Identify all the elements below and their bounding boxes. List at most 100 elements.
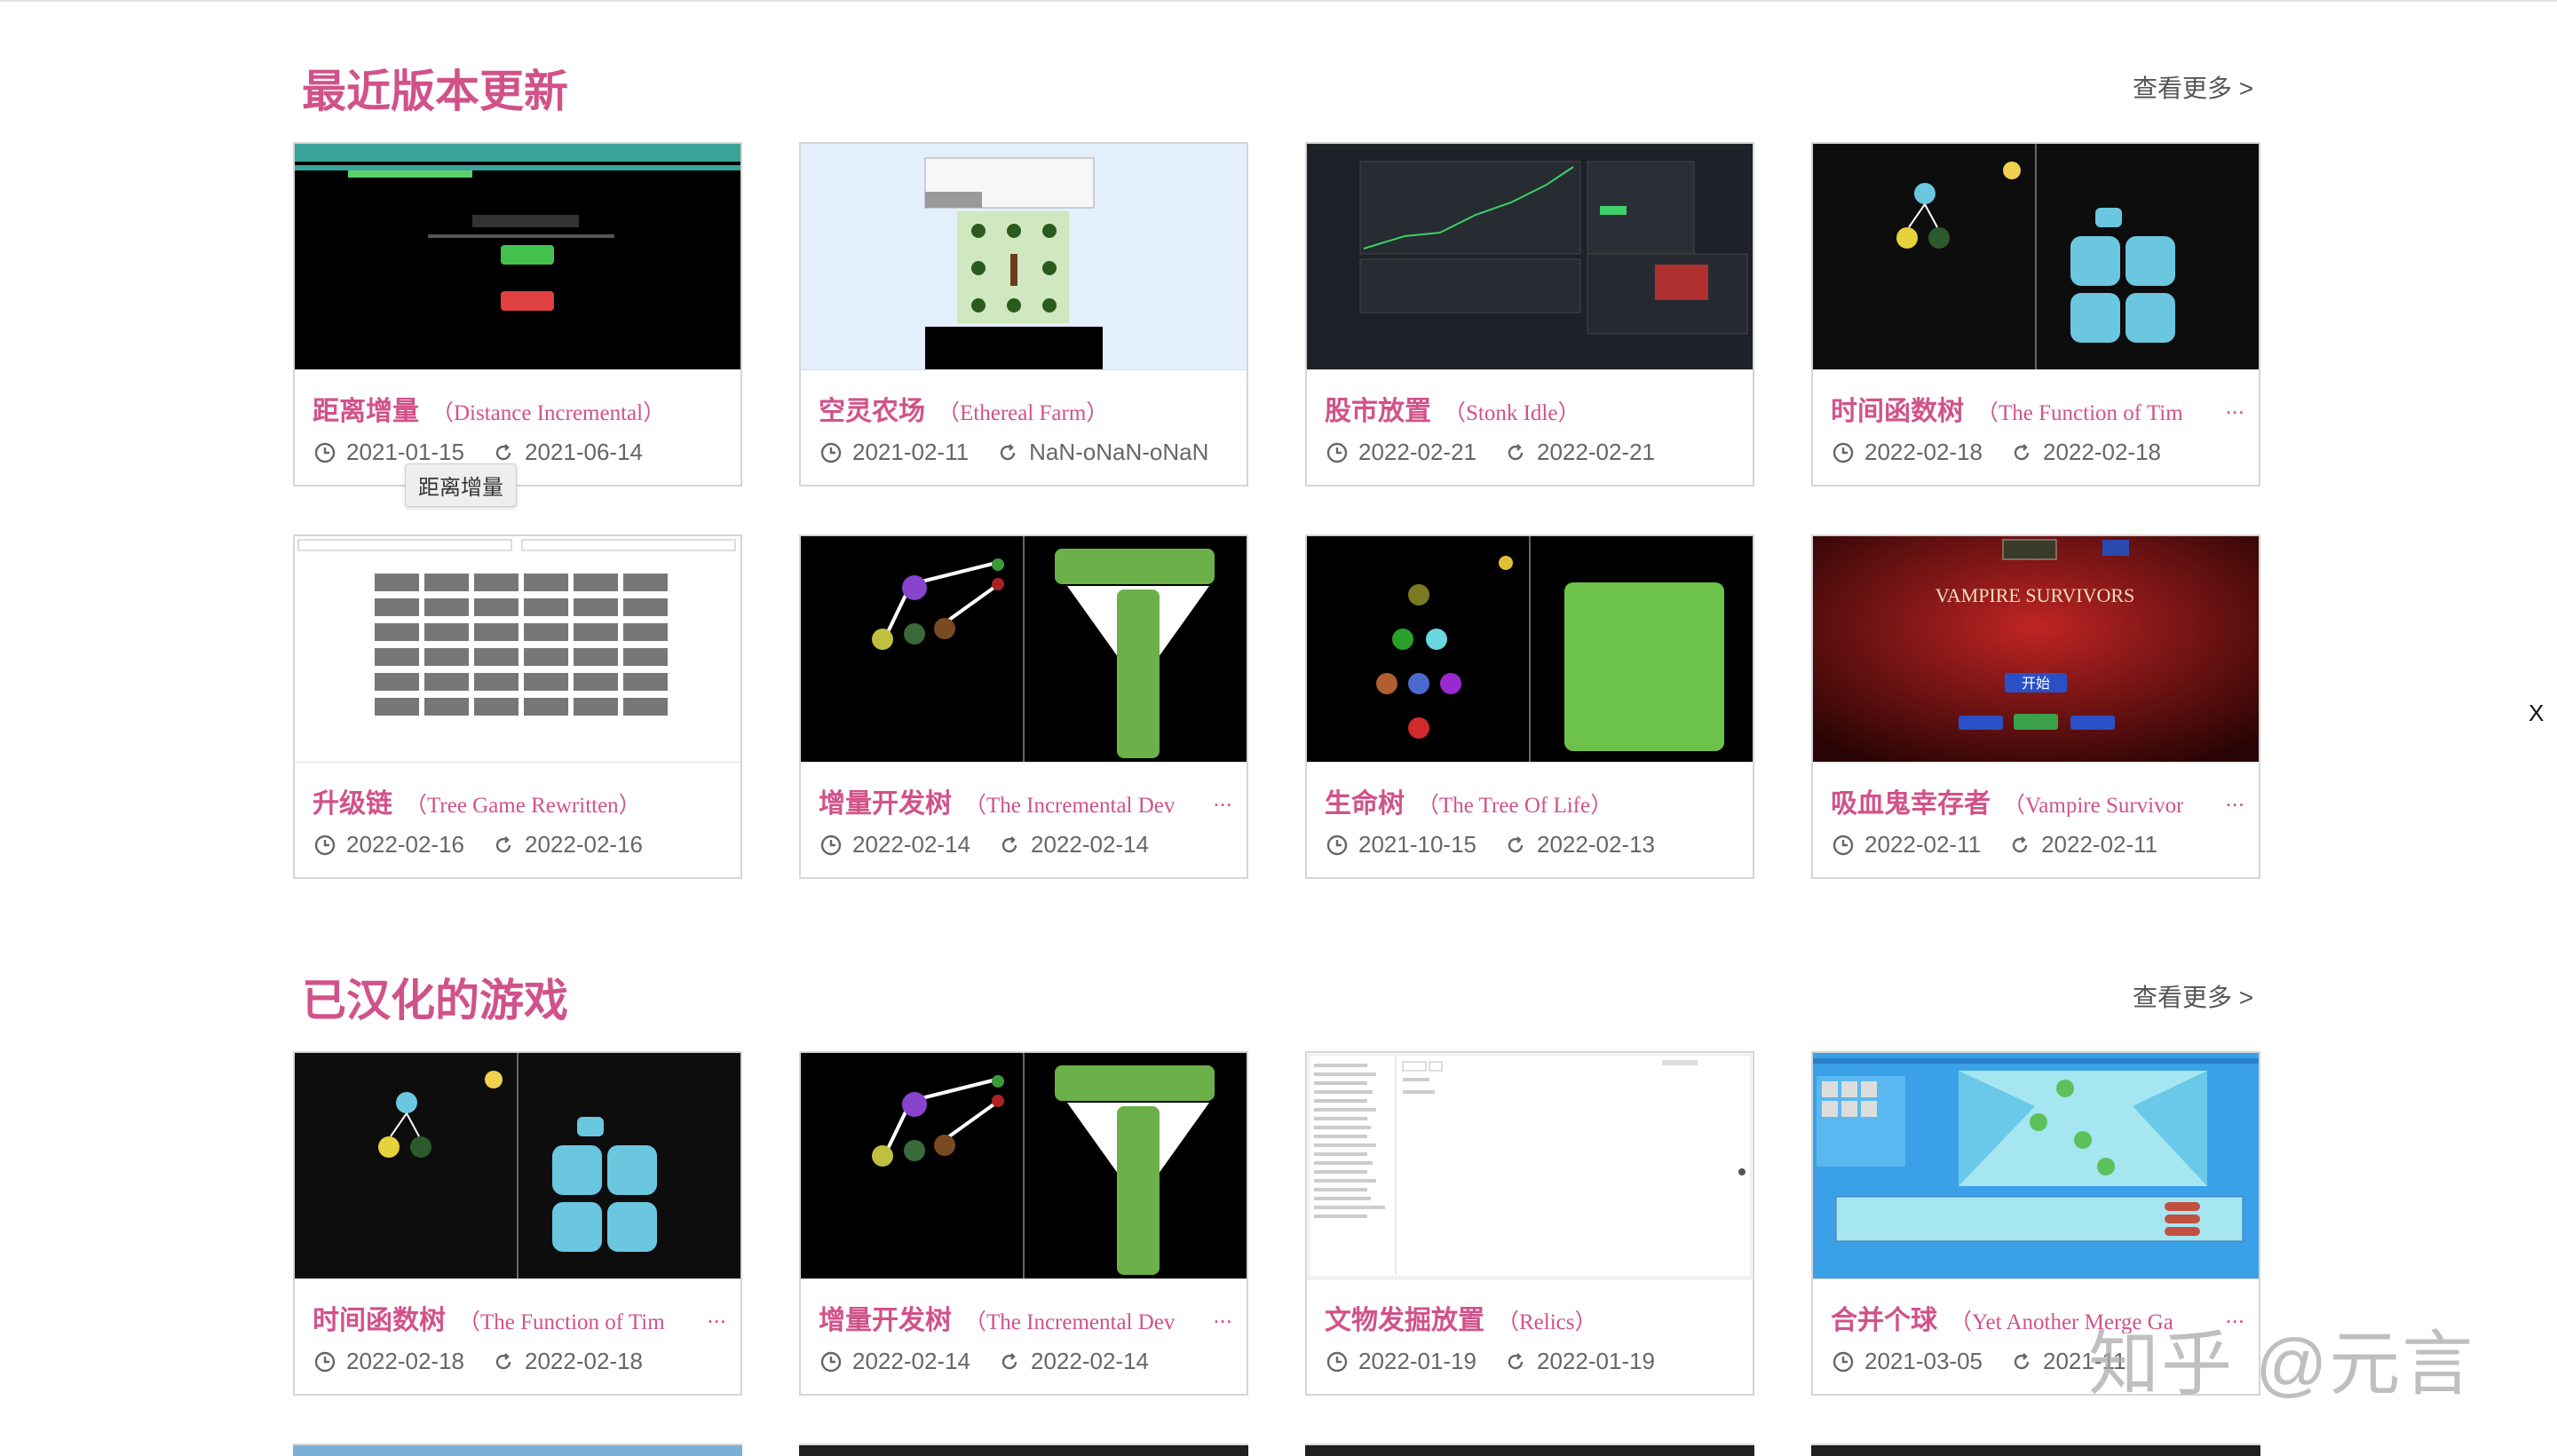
title-tooltip: 距离增量: [405, 463, 517, 507]
clock-icon: [820, 442, 842, 463]
refresh-icon: [495, 1352, 511, 1369]
vampire-title-text: VAMPIRE SURVIVORS: [1936, 584, 2135, 606]
updated-date: 2021-06-14: [525, 439, 643, 465]
game-card[interactable]: 增量开发树 （The Incremental Dev ... 2022-02-1…: [799, 1051, 1248, 1396]
game-card[interactable]: 生命树 （The Tree Of Life） 2021-10-15 2022-0…: [1305, 534, 1754, 879]
created-date: 2021-10-15: [1358, 831, 1476, 858]
section-title-recent-updates: 最近版本更新: [302, 67, 568, 116]
game-title-cn[interactable]: 股市放置: [1325, 389, 1431, 424]
refresh-icon: [2014, 443, 2030, 460]
game-title-en[interactable]: （The Incremental Dev: [964, 787, 1175, 817]
created-date: 2022-02-21: [1358, 439, 1476, 465]
game-card[interactable]: VAMPIRE SURVIVORS 开始 吸血鬼幸存者 （Vampire Sur…: [1811, 534, 2260, 879]
game-thumbnail[interactable]: [1813, 144, 2259, 370]
game-thumbnail[interactable]: [295, 536, 740, 763]
game-card[interactable]: 时间函数树 （The Function of Tim ... 2022-02-1…: [293, 1051, 742, 1396]
game-title-cn[interactable]: 时间函数树: [313, 1298, 446, 1333]
game-title-cn[interactable]: 增量开发树: [819, 781, 952, 817]
game-title-en[interactable]: （The Function of Tim: [1976, 395, 2183, 424]
game-card-peek[interactable]: [799, 1444, 1248, 1456]
game-title-cn[interactable]: 吸血鬼幸存者: [1831, 781, 1991, 817]
game-title-cn[interactable]: 升级链: [313, 781, 392, 817]
title-ellipsis: ...: [1213, 785, 1232, 811]
game-thumbnail[interactable]: [1307, 1053, 1753, 1279]
created-date: 2022-02-14: [852, 831, 970, 858]
refresh-icon: [1001, 1352, 1017, 1369]
game-card-peek[interactable]: [1811, 1444, 2260, 1456]
view-more-link-localized[interactable]: 查看更多 >: [2133, 978, 2253, 1014]
game-title-en[interactable]: （The Function of Tim: [458, 1304, 665, 1333]
game-card[interactable]: 升级链 （Tree Game Rewritten） 2022-02-16 202…: [293, 534, 742, 879]
created-date: 2022-02-16: [346, 831, 464, 858]
refresh-icon: [1508, 443, 1524, 460]
game-title-en[interactable]: （Relics）: [1497, 1304, 1597, 1333]
game-thumbnail[interactable]: [1307, 536, 1753, 763]
game-title-en[interactable]: （Distance Incremental）: [431, 395, 665, 424]
created-date: 2022-02-14: [852, 1348, 970, 1374]
game-thumbnail[interactable]: [1307, 144, 1753, 370]
game-card[interactable]: 文物发掘放置 （Relics） 2022-01-19 2022-01-19: [1305, 1051, 1754, 1396]
game-card[interactable]: 空灵农场 （Ethereal Farm） 2021-02-11 NaN-oNaN…: [799, 142, 1248, 487]
game-thumbnail[interactable]: [801, 144, 1247, 370]
created-date: 2021-02-11: [852, 439, 970, 465]
game-title-en[interactable]: （Ethereal Farm）: [938, 395, 1108, 424]
view-more-link-recent[interactable]: 查看更多 >: [2133, 69, 2253, 105]
game-title-cn[interactable]: 距离增量: [313, 389, 419, 424]
refresh-icon: [1001, 835, 1017, 852]
game-card-peek[interactable]: [293, 1444, 742, 1456]
updated-date: 2022-02-16: [525, 831, 643, 858]
game-title-cn[interactable]: 增量开发树: [819, 1298, 952, 1333]
game-card[interactable]: 时间函数树 （The Function of Tim ... 2022-02-1…: [1811, 142, 2260, 487]
game-thumbnail[interactable]: [295, 1053, 740, 1279]
updated-date: NaN-oNaN-oNaN: [1029, 439, 1209, 465]
updated-date: 2022-02-14: [1031, 1348, 1149, 1374]
refresh-icon: [1508, 835, 1524, 852]
clock-icon: [1833, 442, 1854, 463]
section-title-localized-games: 已汉化的游戏: [302, 976, 568, 1025]
created-date: 2022-02-18: [346, 1348, 464, 1374]
game-title-en[interactable]: （Stonk Idle）: [1444, 395, 1579, 424]
game-title-en[interactable]: （Tree Game Rewritten）: [405, 787, 641, 817]
refresh-icon: [2014, 1352, 2030, 1369]
updated-date: 2022-02-18: [525, 1348, 643, 1374]
clock-icon: [314, 835, 336, 855]
game-thumbnail[interactable]: VAMPIRE SURVIVORS 开始: [1813, 536, 2259, 763]
clock-icon: [314, 1351, 336, 1372]
game-thumbnail[interactable]: [801, 1053, 1247, 1279]
clock-icon: [1326, 835, 1348, 855]
game-title-cn[interactable]: 文物发掘放置: [1325, 1298, 1484, 1333]
game-title-cn[interactable]: 时间函数树: [1831, 389, 1964, 424]
watermark: 知乎 @元言: [2088, 1325, 2475, 1404]
game-thumbnail[interactable]: [801, 536, 1247, 763]
created-date: 2022-01-19: [1358, 1348, 1476, 1374]
refresh-icon: [1000, 443, 1016, 460]
game-title-cn[interactable]: 空灵农场: [819, 389, 925, 424]
game-title-en[interactable]: （The Tree Of Life）: [1417, 787, 1612, 817]
refresh-icon: [495, 835, 511, 852]
vampire-start-text: 开始: [2022, 676, 2050, 692]
updated-date: 2022-02-18: [2043, 439, 2161, 465]
clock-icon: [1833, 1351, 1854, 1372]
top-divider: [0, 0, 2557, 2]
game-thumbnail[interactable]: [295, 144, 740, 370]
game-card[interactable]: 距离增量 （Distance Incremental） 2021-01-15 2…: [293, 142, 742, 487]
game-card[interactable]: 增量开发树 （The Incremental Dev ... 2022-02-1…: [799, 534, 1248, 879]
game-card-peek[interactable]: [1305, 1444, 1754, 1456]
created-date: 2021-03-05: [1864, 1348, 1983, 1374]
game-title-cn[interactable]: 生命树: [1325, 781, 1405, 817]
created-date: 2022-02-18: [1864, 439, 1983, 465]
game-title-cn[interactable]: 合并个球: [1831, 1298, 1937, 1333]
game-title-en[interactable]: （Vampire Survivor: [2003, 787, 2183, 817]
clock-icon: [820, 835, 842, 855]
game-thumbnail[interactable]: [1813, 1053, 2259, 1279]
refresh-icon: [2012, 835, 2028, 852]
title-ellipsis: ...: [2225, 392, 2244, 419]
created-date: 2022-02-11: [1864, 831, 1982, 858]
updated-date: 2022-02-13: [1537, 831, 1655, 858]
close-button[interactable]: X: [2529, 700, 2544, 727]
updated-date: 2022-02-14: [1031, 831, 1149, 858]
updated-date: 2022-01-19: [1537, 1348, 1655, 1374]
title-ellipsis: ...: [707, 1302, 726, 1328]
game-card[interactable]: 股市放置 （Stonk Idle） 2022-02-21 2022-02-21: [1305, 142, 1754, 487]
game-title-en[interactable]: （The Incremental Dev: [964, 1304, 1175, 1333]
